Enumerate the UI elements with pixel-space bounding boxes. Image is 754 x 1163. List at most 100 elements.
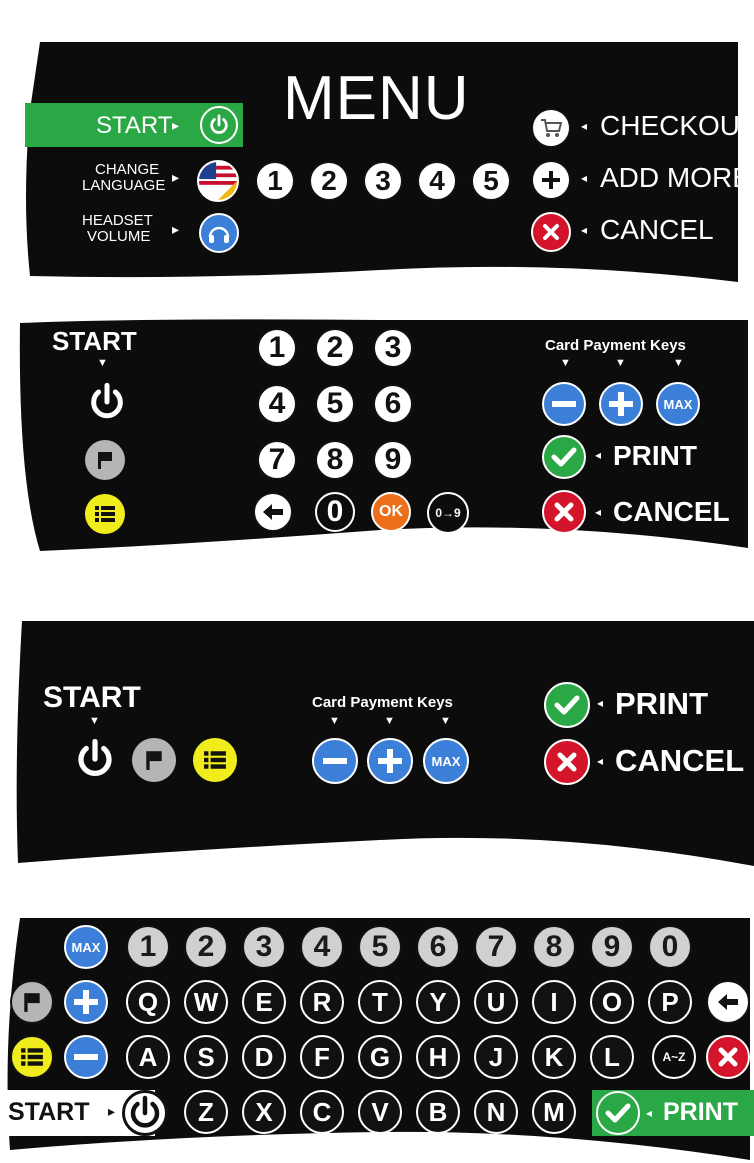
flag-icon — [24, 993, 40, 1012]
start-label-3: START — [43, 681, 141, 714]
plus-button-3[interactable] — [367, 738, 413, 784]
keyboard-key-l[interactable]: L — [590, 1035, 634, 1079]
power-button-2[interactable] — [85, 380, 129, 424]
keypad-key-4[interactable]: 4 — [257, 384, 297, 424]
keypad-key-7[interactable]: 7 — [257, 440, 297, 480]
keyboard-key-w[interactable]: W — [184, 980, 228, 1024]
keyboard-key-f[interactable]: F — [300, 1035, 344, 1079]
print-button-4[interactable] — [596, 1091, 640, 1135]
flag-button-3[interactable] — [132, 738, 176, 782]
check-icon — [554, 695, 580, 715]
keyboard-key-c[interactable]: C — [300, 1090, 344, 1134]
keyboard-key-y[interactable]: Y — [416, 980, 460, 1024]
language-key-3[interactable]: 3 — [363, 161, 403, 201]
keyboard-key-h[interactable]: H — [416, 1035, 460, 1079]
minus-button-2[interactable] — [542, 382, 586, 426]
keyboard-key-r[interactable]: R — [300, 980, 344, 1024]
headset-volume-button[interactable] — [199, 213, 239, 253]
minus-button-4[interactable] — [64, 1035, 108, 1079]
keyboard-key-2[interactable]: 2 — [184, 925, 228, 969]
minus-button-3[interactable] — [312, 738, 358, 784]
keyboard-key-j[interactable]: J — [474, 1035, 518, 1079]
keyboard-key-v[interactable]: V — [358, 1090, 402, 1134]
cancel-button-3[interactable] — [544, 739, 590, 785]
keyboard-key-b[interactable]: B — [416, 1090, 460, 1134]
add-more-button[interactable] — [531, 160, 571, 200]
keyboard-key-1[interactable]: 1 — [126, 925, 170, 969]
cancel-button-1[interactable] — [531, 212, 571, 252]
print-button-2[interactable] — [542, 435, 586, 479]
ok-key[interactable]: OK — [371, 492, 411, 532]
keyboard-key-t[interactable]: T — [358, 980, 402, 1024]
zero-key-2[interactable]: 0 — [315, 492, 355, 532]
keyboard-key-o[interactable]: O — [590, 980, 634, 1024]
keyboard-key-7[interactable]: 7 — [474, 925, 518, 969]
number-mode-key[interactable]: 0→9 — [427, 492, 469, 534]
language-key-1[interactable]: 1 — [255, 161, 295, 201]
language-key-5[interactable]: 5 — [471, 161, 511, 201]
cancel-button-4[interactable] — [706, 1035, 750, 1079]
keyboard-key-a[interactable]: A — [126, 1035, 170, 1079]
keyboard-key-g[interactable]: G — [358, 1035, 402, 1079]
plus-button-2[interactable] — [599, 382, 643, 426]
keyboard-key-6[interactable]: 6 — [416, 925, 460, 969]
keypad-key-3[interactable]: 3 — [373, 328, 413, 368]
keyboard-key-m[interactable]: M — [532, 1090, 576, 1134]
add-more-label: ADD MORE — [600, 162, 751, 193]
max-button-3[interactable]: MAX — [423, 738, 469, 784]
cancel-button-2[interactable] — [542, 490, 586, 534]
max-button-4[interactable]: MAX — [64, 925, 108, 969]
minus-icon — [552, 401, 576, 407]
keypad-key-6[interactable]: 6 — [373, 384, 413, 424]
keyboard-key-e[interactable]: E — [242, 980, 286, 1024]
plus-icon — [609, 392, 633, 416]
keyboard-key-n[interactable]: N — [474, 1090, 518, 1134]
language-key-2[interactable]: 2 — [309, 161, 349, 201]
cancel-label-3: CANCEL — [615, 743, 745, 778]
keyboard-key-9[interactable]: 9 — [590, 925, 634, 969]
change-language-label-2: LANGUAGE — [82, 177, 166, 194]
keypad-key-1[interactable]: 1 — [257, 328, 297, 368]
list-button-2[interactable] — [85, 494, 125, 534]
print-button-3[interactable] — [544, 682, 590, 728]
flag-button-4[interactable] — [10, 980, 54, 1024]
plus-button-4[interactable] — [64, 980, 108, 1024]
backspace-button-2[interactable] — [253, 492, 293, 532]
keypad-key-8[interactable]: 8 — [315, 440, 355, 480]
flag-button-2[interactable] — [85, 440, 125, 480]
card-arrow-3: ▼ — [673, 357, 684, 369]
keyboard-key-d[interactable]: D — [242, 1035, 286, 1079]
az-key[interactable]: A~Z — [652, 1035, 696, 1079]
checkout-label: CHECKOUT — [600, 110, 754, 141]
start-arrow-down-icon-2: ▼ — [97, 357, 108, 369]
power-button-3[interactable] — [72, 736, 118, 782]
keypad-key-9[interactable]: 9 — [373, 440, 413, 480]
keyboard-key-3[interactable]: 3 — [242, 925, 286, 969]
keyboard-key-x[interactable]: X — [242, 1090, 286, 1134]
power-button-1[interactable] — [200, 106, 238, 144]
keyboard-key-8[interactable]: 8 — [532, 925, 576, 969]
keyboard-key-5[interactable]: 5 — [358, 925, 402, 969]
keyboard-key-q[interactable]: Q — [126, 980, 170, 1024]
language-key-4[interactable]: 4 — [417, 161, 457, 201]
power-icon — [91, 382, 123, 419]
keyboard-key-4[interactable]: 4 — [300, 925, 344, 969]
keyboard-key-s[interactable]: S — [184, 1035, 228, 1079]
max-button-2[interactable]: MAX — [656, 382, 700, 426]
keyboard-key-0[interactable]: 0 — [648, 925, 692, 969]
list-icon — [95, 506, 115, 522]
keyboard-key-k[interactable]: K — [532, 1035, 576, 1079]
cancel-arrow-icon-2: ◂ — [595, 505, 602, 519]
keyboard-key-i[interactable]: I — [532, 980, 576, 1024]
backspace-button-4[interactable] — [706, 980, 750, 1024]
power-button-4[interactable] — [122, 1090, 168, 1136]
list-button-4[interactable] — [10, 1035, 54, 1079]
list-button-3[interactable] — [193, 738, 237, 782]
checkout-button[interactable] — [531, 108, 571, 148]
keyboard-key-z[interactable]: Z — [184, 1090, 228, 1134]
keypad-key-5[interactable]: 5 — [315, 384, 355, 424]
keypad-key-2[interactable]: 2 — [315, 328, 355, 368]
change-language-button[interactable] — [197, 160, 239, 202]
keyboard-key-p[interactable]: P — [648, 980, 692, 1024]
keyboard-key-u[interactable]: U — [474, 980, 518, 1024]
